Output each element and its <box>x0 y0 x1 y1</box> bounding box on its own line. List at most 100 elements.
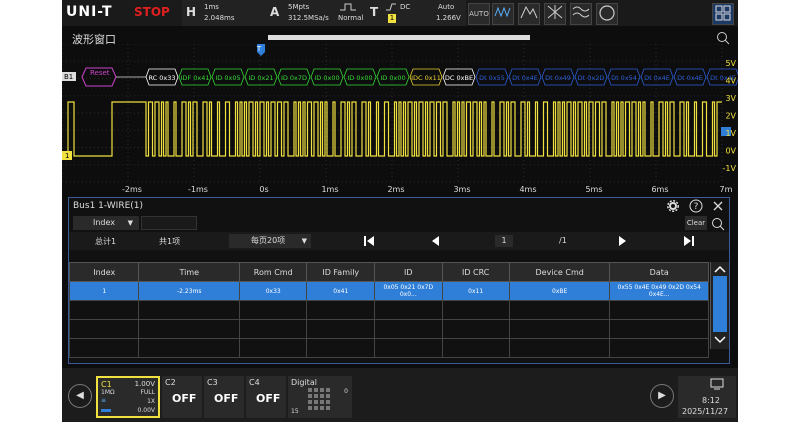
bus-packet: IDC 0x11 <box>409 68 443 86</box>
bus-packets: RC 0x33 IDF 0x41 ID 0x05 ID 0x21 ID 0x7D ID 0… <box>145 68 738 86</box>
column-header[interactable]: Time <box>138 262 240 282</box>
bus-packet: Dt 0x4E <box>673 68 707 86</box>
time-tick-label: 7m <box>720 185 733 194</box>
scroll-up-icon[interactable] <box>714 265 726 273</box>
bus-packet: IDF 0x41 <box>178 68 212 86</box>
column-header[interactable]: Index <box>68 262 140 282</box>
zoom-icon[interactable] <box>716 31 730 45</box>
horizontal-letter: H <box>186 5 197 19</box>
screen-icon[interactable] <box>710 378 724 390</box>
table-cell <box>609 300 709 320</box>
last-page-icon[interactable] <box>683 235 695 247</box>
table-cell <box>508 338 611 358</box>
column-header[interactable]: Device Cmd <box>508 262 611 282</box>
bus-packet-label: ID 0x21 <box>248 74 273 82</box>
table-cell <box>68 319 140 339</box>
table-row[interactable] <box>68 338 709 358</box>
bus-packet-label: ID 0x7D <box>281 74 307 82</box>
digital-panel[interactable]: Digital 15 0 <box>288 376 352 418</box>
coupling-icon: ≡ <box>101 397 107 404</box>
table-cell <box>441 300 510 320</box>
filter-select[interactable]: Index ▼ <box>73 216 139 230</box>
voltage-tick-label: 0V <box>725 147 736 156</box>
trigger-settings[interactable]: T DC 1 Auto 1.266V <box>366 0 466 26</box>
memory-position-bar[interactable] <box>268 35 530 40</box>
bus-packet: ID 0x00 <box>343 68 377 86</box>
bus-packet-label: Dt 0x49 <box>545 74 571 82</box>
scroll-left-button[interactable]: ◀ <box>68 384 92 408</box>
table-row[interactable] <box>68 319 709 339</box>
channel2-panel[interactable]: C2 OFF <box>162 376 202 418</box>
table-cell <box>609 319 709 339</box>
clear-button[interactable]: Clear <box>685 216 707 230</box>
acquire-settings[interactable]: A 5Mpts 312.5MSa/s Normal <box>266 0 366 26</box>
column-header[interactable]: Rom Cmd <box>238 262 308 282</box>
channel1-panel[interactable]: C1 1.00V 1MΩ FULL 1X ≡ 0.00V <box>96 376 160 418</box>
voltage-tick-label: 1V <box>725 129 736 138</box>
pulse-icon <box>340 3 356 11</box>
bus-packet-label: Dt 0x2D <box>578 74 605 82</box>
column-header[interactable]: ID CRC <box>441 262 510 282</box>
bus-packet: DC 0xBE <box>442 68 476 86</box>
table-cell <box>238 338 308 358</box>
page-input[interactable]: 1 <box>495 235 513 247</box>
channel4-panel[interactable]: C4 OFF <box>246 376 286 418</box>
table-cell: 0x33 <box>238 281 308 301</box>
grid-x-icon <box>547 5 563 19</box>
column-header[interactable]: ID Family <box>306 262 376 282</box>
close-icon[interactable] <box>712 200 724 212</box>
search-icon[interactable] <box>711 217 725 231</box>
time-tick-label: 0s <box>259 185 268 194</box>
scroll-thumb[interactable] <box>713 276 727 332</box>
table-header: Index Time Rom Cmd ID Family ID ID CRC Device … <box>68 262 709 282</box>
waveform-display[interactable]: T B1 Reset RC 0x33 IDF 0x41 ID 0x05 ID 0x21… <box>62 44 738 194</box>
bus-packet: ID 0x00 <box>376 68 410 86</box>
chevron-down-icon: ▼ <box>127 219 133 227</box>
bus-packet: ID 0x21 <box>244 68 278 86</box>
reference-button[interactable] <box>570 3 592 25</box>
auto-button[interactable]: AUTO <box>468 3 490 25</box>
table-row[interactable]: 1 -2.23ms 0x33 0x41 0x05 0x21 0x7D 0x0... 0x1… <box>68 281 709 301</box>
voltage-tick-label: 2V <box>725 112 736 121</box>
channel2-state: OFF <box>172 392 197 405</box>
gear-icon[interactable] <box>667 200 679 212</box>
run-status[interactable]: STOP <box>134 5 170 19</box>
channel4-name: C4 <box>249 378 260 387</box>
time-tick-label: 2ms <box>387 185 404 194</box>
first-page-icon[interactable] <box>363 235 375 247</box>
math-button[interactable] <box>544 3 566 25</box>
bus-packet: Dt 0x55 <box>475 68 509 86</box>
search-button[interactable] <box>596 3 618 25</box>
previous-page-icon[interactable] <box>429 235 441 247</box>
table-row[interactable] <box>68 300 709 320</box>
column-header[interactable]: ID <box>374 262 443 282</box>
cursor-button[interactable] <box>518 3 540 25</box>
voltage-tick-label: 5V <box>725 59 736 68</box>
digital-name: Digital <box>291 378 317 387</box>
bus-packet: Dt 0x4E <box>508 68 542 86</box>
peak-icon <box>520 5 538 19</box>
horizontal-settings[interactable]: H 1ms 2.048ms <box>182 0 266 26</box>
table-cell <box>441 338 510 358</box>
channel3-panel[interactable]: C3 OFF <box>204 376 244 418</box>
column-header[interactable]: Data <box>609 262 709 282</box>
trigger-marker-label: T <box>256 45 262 53</box>
next-page-icon[interactable] <box>617 235 629 247</box>
time-tick-label: 3ms <box>453 185 470 194</box>
pagination-row: 总计1 共1项 每页20项 ▼ 1 /1 <box>69 232 729 250</box>
measure-button[interactable] <box>492 3 514 25</box>
circle-icon <box>599 5 615 21</box>
table-cell <box>238 300 308 320</box>
page-size-select[interactable]: 每页20项 ▼ <box>229 234 311 248</box>
scroll-right-button[interactable]: ▶ <box>650 384 674 408</box>
scroll-down-icon[interactable] <box>714 336 726 344</box>
trigger-source: 1 <box>388 14 396 23</box>
filter-value-input[interactable] <box>141 216 197 230</box>
help-icon[interactable]: ? <box>689 199 703 213</box>
menu-button[interactable] <box>712 3 734 25</box>
acquire-letter: A <box>270 5 280 19</box>
time-base: 1ms <box>204 3 219 11</box>
channel4-state: OFF <box>256 392 281 405</box>
clock-date: 2025/11/27 <box>682 407 729 416</box>
table-scrollbar[interactable] <box>710 262 729 349</box>
